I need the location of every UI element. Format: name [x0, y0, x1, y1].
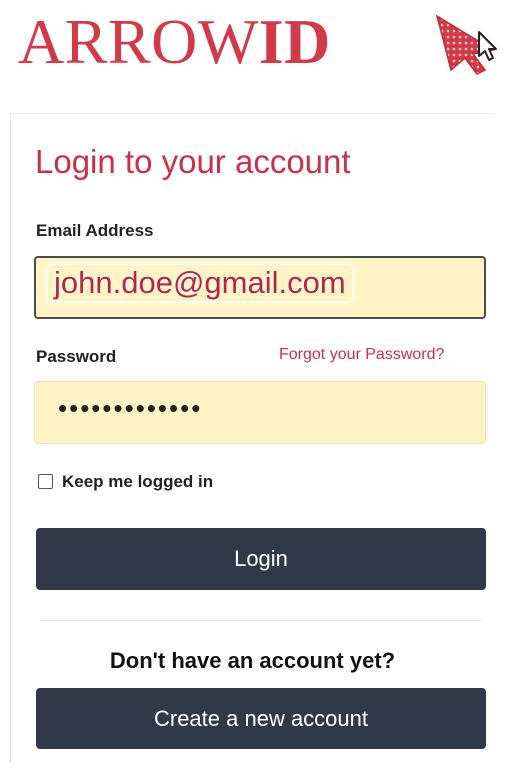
- logo-wordmark: ARROWID: [18, 2, 331, 82]
- logo-text-regular: ARROW: [18, 6, 259, 77]
- password-label: Password: [36, 347, 117, 366]
- divider: [40, 620, 482, 621]
- page-title: Login to your account: [35, 143, 351, 180]
- logo-text-bold: ID: [258, 6, 331, 77]
- keep-logged-in-label[interactable]: Keep me logged in: [62, 472, 213, 492]
- email-value: john.doe@gmail.com: [48, 265, 352, 301]
- login-button[interactable]: Login: [36, 528, 486, 590]
- arrow-cursor-icon: [435, 14, 497, 75]
- brand-logo: ARROWID: [8, 2, 498, 82]
- email-label: Email Address: [36, 221, 154, 240]
- signup-prompt: Don't have an account yet?: [109, 648, 396, 673]
- create-account-button[interactable]: Create a new account: [36, 688, 486, 749]
- password-masked-value: •••••••••••••: [58, 393, 203, 423]
- keep-logged-in-checkbox[interactable]: [38, 474, 53, 489]
- forgot-password-link[interactable]: Forgot your Password?: [279, 346, 444, 364]
